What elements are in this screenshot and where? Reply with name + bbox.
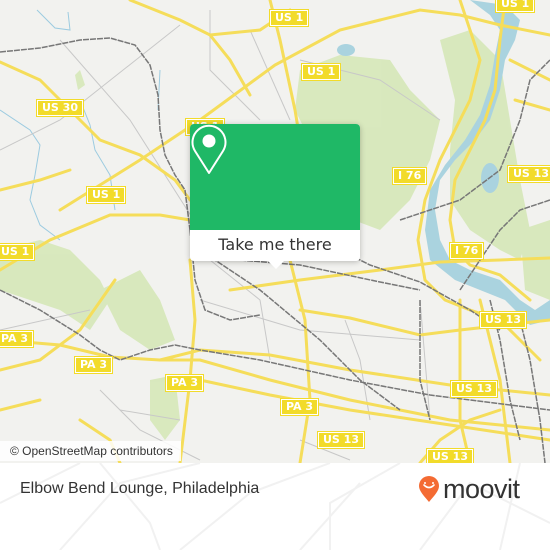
road-shield-us13: US 13 bbox=[317, 431, 365, 449]
place-name: Elbow Bend Lounge, Philadelphia bbox=[20, 480, 260, 497]
road-shield-us1: US 1 bbox=[85, 186, 127, 204]
road-shield-us30: US 30 bbox=[36, 99, 84, 117]
location-popup: Take me there bbox=[190, 124, 360, 269]
map-pin-icon bbox=[191, 124, 227, 174]
map[interactable]: US 1 US 1 US 30 US 1 US 1 US 1 US 1 I 76… bbox=[0, 0, 550, 463]
popup-header bbox=[190, 124, 360, 230]
road-shield-pa3: PA 3 bbox=[164, 374, 205, 392]
footer: Elbow Bend Lounge, Philadelphia moovit bbox=[0, 463, 550, 550]
moovit-wordmark: moovit bbox=[443, 473, 520, 504]
road-shield-i76: I 76 bbox=[448, 242, 485, 260]
moovit-logo[interactable]: moovit bbox=[418, 474, 520, 504]
road-shield-us1: US 1 bbox=[0, 243, 36, 261]
map-attribution[interactable]: © OpenStreetMap contributors bbox=[0, 441, 181, 461]
road-shield-us1: US 1 bbox=[494, 0, 536, 13]
road-shield-pa3: PA 3 bbox=[73, 356, 114, 374]
road-shield-us13: US 13 bbox=[479, 311, 527, 329]
road-shield-us13: US 13 bbox=[450, 380, 498, 398]
road-shield-us1: US 1 bbox=[268, 9, 310, 27]
moovit-pin-icon bbox=[419, 476, 439, 502]
road-shield-pa3: PA 3 bbox=[0, 330, 35, 348]
popup-pointer bbox=[267, 260, 285, 269]
road-shield-pa3: PA 3 bbox=[279, 398, 320, 416]
road-shield-us13: US 13 bbox=[426, 448, 474, 463]
streams bbox=[0, 9, 161, 241]
road-shield-us1: US 1 bbox=[300, 63, 342, 81]
take-me-there-button[interactable]: Take me there bbox=[190, 230, 360, 261]
road-shield-us13: US 13 bbox=[507, 165, 550, 183]
road-shield-i76: I 76 bbox=[391, 167, 428, 185]
